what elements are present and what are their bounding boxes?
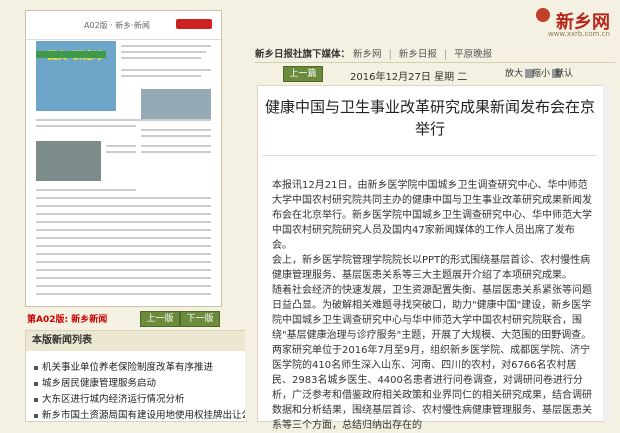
zoom-in-label: 放大 bbox=[505, 69, 524, 79]
thumbnail-text-line bbox=[121, 45, 211, 47]
thumbnail-header: A02版 · 新乡·新闻 bbox=[26, 11, 221, 40]
list-item[interactable]: 机关事业单位养老保险制度改革有序推进 bbox=[34, 359, 213, 373]
next-page-button[interactable]: 下一版 bbox=[180, 311, 220, 327]
thumbnail-headline-bar bbox=[36, 51, 106, 58]
news-list-panel: 本版新闻列表 机关事业单位养老保险制度改革有序推进 城乡居民健康管理服务启动 大… bbox=[25, 330, 251, 422]
thumbnail-text-line bbox=[36, 293, 211, 295]
page-caption[interactable]: 第A02版: 新乡新闻 bbox=[27, 312, 107, 325]
thumbnail-text-line bbox=[36, 229, 211, 231]
issue-date: 2016年12月27日 星期 二 bbox=[350, 72, 468, 83]
nav-separator: | bbox=[388, 49, 392, 60]
nav-link-xinxiang-net[interactable]: 新乡网 bbox=[353, 49, 382, 60]
article-scrollbar[interactable] bbox=[603, 85, 611, 420]
thumbnail-text-line bbox=[141, 135, 211, 137]
thumbnail-text-line bbox=[36, 189, 136, 191]
thumbnail-text-line bbox=[36, 125, 136, 127]
article-paragraph: 随着社会经济的快速发展，卫生资源配置失衡、基层医患关系紧张等问题日益凸显。为破解… bbox=[272, 285, 592, 431]
list-item[interactable]: 新乡市国土资源局国有建设用地使用权挂牌出让公 bbox=[34, 407, 251, 421]
nav-link-xinxiang-daily[interactable]: 新乡日报 bbox=[399, 49, 437, 60]
left-panel: A02版 · 新乡·新闻 "国文"讲述时 bbox=[0, 0, 251, 422]
list-item[interactable]: 大东区进行城内经济运行情况分析 bbox=[34, 391, 185, 405]
thumbnail-text-line bbox=[36, 277, 211, 279]
thumbnail-text-line bbox=[36, 221, 211, 223]
bullet-icon bbox=[34, 381, 38, 386]
thumbnail-photo[interactable] bbox=[36, 141, 101, 181]
media-nav: 新乡日报社旗下媒体： 新乡网 | 新乡日报 | 平原晚报 bbox=[255, 46, 492, 60]
bullet-icon bbox=[34, 365, 38, 370]
nav-separator: | bbox=[443, 49, 448, 60]
thumbnail-text-line bbox=[121, 75, 201, 77]
list-item[interactable]: 城乡居民健康管理服务启动 bbox=[34, 375, 156, 389]
page-thumbnail[interactable]: A02版 · 新乡·新闻 "国文"讲述时 bbox=[25, 10, 222, 307]
thumbnail-text-line bbox=[36, 237, 211, 239]
zoom-out-label: 缩小 bbox=[532, 69, 551, 79]
bullet-icon bbox=[34, 397, 38, 402]
thumbnail-text-line bbox=[36, 261, 211, 263]
thumbnail-text-line bbox=[36, 269, 211, 271]
article-divider bbox=[262, 155, 597, 156]
prev-article-button[interactable]: 上一篇 bbox=[283, 66, 323, 82]
zoom-reset-label: 默认 bbox=[555, 69, 574, 79]
thumbnail-text-line bbox=[36, 245, 211, 247]
thumbnail-section-label: A02版 · 新乡·新闻 bbox=[84, 21, 150, 30]
bullet-icon bbox=[34, 413, 38, 418]
article-paragraph: 本报讯12月21日，由新乡医学院中国城乡卫生调查研究中心、华中师范大学中国农村研… bbox=[272, 180, 592, 251]
thumbnail-text-line bbox=[121, 51, 206, 53]
site-logo-url: www.xxrb.com.cn bbox=[547, 30, 610, 38]
zoom-in-button[interactable]: 放大 bbox=[505, 66, 535, 79]
nav-prefix: 新乡日报社旗下媒体： bbox=[255, 49, 351, 60]
article-title: 健康中国与卫生事业改革研究成果新闻发布会在京举行 bbox=[265, 98, 596, 138]
thumbnail-text-line bbox=[36, 253, 211, 255]
list-item-label[interactable]: 大东区进行城内经济运行情况分析 bbox=[42, 394, 185, 405]
thumbnail-text-line bbox=[141, 129, 211, 131]
prev-page-button[interactable]: 上一版 bbox=[140, 311, 180, 327]
thumbnail-text-line bbox=[106, 145, 136, 147]
thumbnail-text-line bbox=[106, 151, 136, 153]
thumbnail-text-line bbox=[121, 69, 211, 71]
nav-link-pingyuan-evening[interactable]: 平原晚报 bbox=[454, 49, 492, 60]
thumbnail-masthead bbox=[176, 19, 212, 29]
site-logo-icon bbox=[536, 8, 550, 22]
thumbnail-photo-2[interactable] bbox=[141, 89, 211, 119]
list-item-label[interactable]: 机关事业单位养老保险制度改革有序推进 bbox=[42, 362, 213, 373]
thumbnail-text-line bbox=[36, 285, 211, 287]
thumbnail-text-line bbox=[141, 145, 211, 147]
thumbnail-text-line bbox=[36, 119, 211, 121]
thumbnail-text-line bbox=[141, 151, 211, 153]
news-list-title: 本版新闻列表 bbox=[26, 331, 246, 351]
thumbnail-text-line bbox=[36, 213, 211, 215]
article-paragraph: 会上，新乡医学院管理学院院长以PPT的形式围绕基层首诊、农村慢性病健康管理服务、… bbox=[272, 255, 591, 281]
zoom-reset-button[interactable]: 默认 bbox=[555, 66, 573, 79]
thumbnail-text-line bbox=[121, 57, 201, 59]
list-item-label[interactable]: 新乡市国土资源局国有建设用地使用权挂牌出让公 bbox=[42, 410, 251, 421]
list-item-label[interactable]: 城乡居民健康管理服务启动 bbox=[42, 378, 156, 389]
article-body: 本报讯12月21日，由新乡医学院中国城乡卫生调查研究中心、华中师范大学中国农村研… bbox=[272, 178, 594, 433]
thumbnail-text-line bbox=[36, 197, 211, 199]
thumbnail-text-line bbox=[36, 205, 211, 207]
